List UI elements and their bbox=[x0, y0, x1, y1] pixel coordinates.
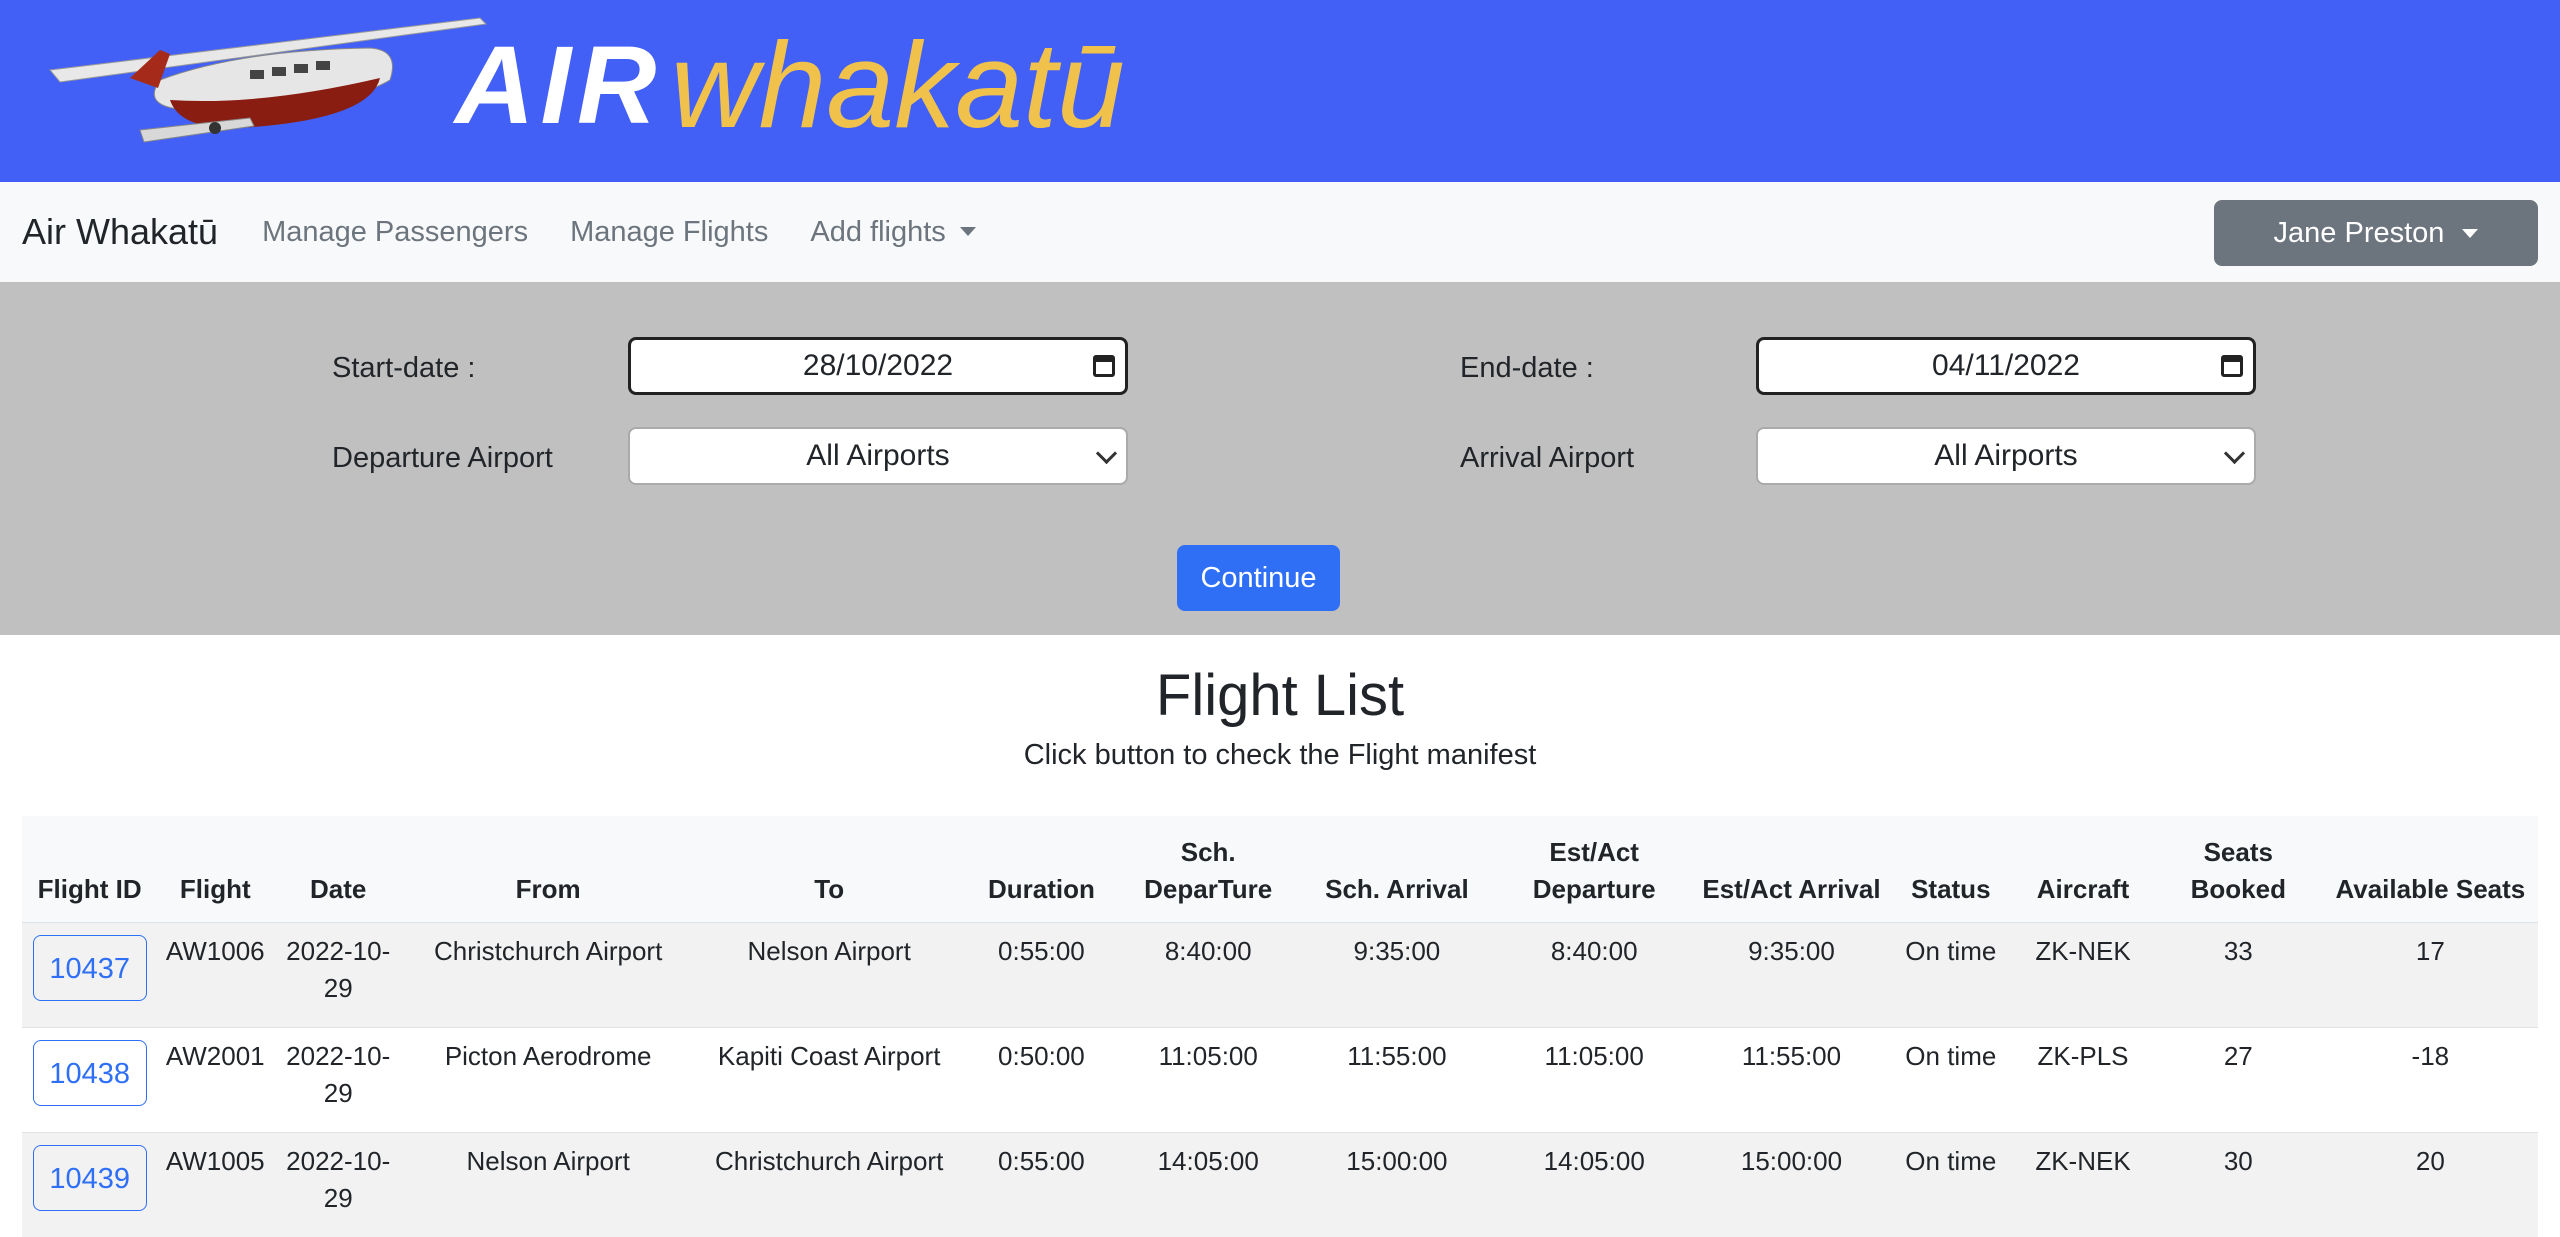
date-cell: 2022-10-29 bbox=[286, 1040, 391, 1108]
duration-cell: 0:55:00 bbox=[998, 1145, 1085, 1176]
nav-manage-passengers[interactable]: Manage Passengers bbox=[262, 216, 528, 249]
flight-cell: AW1005 bbox=[165, 1145, 265, 1176]
calendar-icon[interactable] bbox=[1093, 355, 1115, 377]
duration-cell: 0:50:00 bbox=[998, 1040, 1085, 1071]
table-row: 10437 AW1006 2022-10-29 Christchurch Air… bbox=[22, 922, 2538, 1027]
end-date-input[interactable]: 04/11/2022 bbox=[1756, 337, 2256, 395]
table-row: 10438 AW2001 2022-10-29 Picton Aerodrome… bbox=[22, 1027, 2538, 1132]
flight-filter-panel: Start-date : 28/10/2022 End-date : 04/11… bbox=[0, 282, 2560, 635]
flight-table: Flight ID Flight Date From To Duration S… bbox=[22, 816, 2538, 1237]
departure-airport-label: Departure Airport bbox=[332, 442, 553, 474]
available-seats-cell: -18 bbox=[2411, 1040, 2450, 1071]
aircraft-cell: ZK-NEK bbox=[2035, 935, 2131, 966]
from-cell: Picton Aerodrome bbox=[444, 1040, 652, 1071]
col-header: Sch. DeparTure bbox=[1144, 836, 1273, 904]
col-header: Date bbox=[310, 873, 367, 904]
seats-booked-cell: 33 bbox=[2223, 935, 2253, 966]
brand-logo: AIR whakatū bbox=[455, 10, 1125, 160]
logo-air-text: AIR bbox=[455, 23, 663, 147]
col-header: Duration bbox=[987, 873, 1095, 904]
start-date-input[interactable]: 28/10/2022 bbox=[628, 337, 1128, 395]
col-header: Flight ID bbox=[37, 873, 142, 904]
nav-manage-flights[interactable]: Manage Flights bbox=[570, 216, 768, 249]
end-date-value: 04/11/2022 bbox=[1932, 349, 2080, 382]
arrival-airport-value: All Airports bbox=[1934, 439, 2078, 472]
page-title: Flight List bbox=[1155, 663, 1405, 728]
sch-arrival-cell: 11:55:00 bbox=[1347, 1040, 1447, 1071]
table-header-row: Flight ID Flight Date From To Duration S… bbox=[22, 816, 2538, 922]
continue-button[interactable]: Continue bbox=[1177, 545, 1340, 611]
sch-departure-cell: 11:05:00 bbox=[1158, 1040, 1258, 1071]
status-cell: On time bbox=[1905, 1145, 1997, 1176]
aircraft-cell: ZK-NEK bbox=[2035, 1145, 2131, 1176]
sch-arrival-cell: 15:00:00 bbox=[1346, 1145, 1448, 1176]
est-departure-cell: 11:05:00 bbox=[1544, 1040, 1644, 1071]
top-navbar: Air Whakatū Manage Passengers Manage Fli… bbox=[0, 182, 2560, 282]
col-header: To bbox=[814, 873, 845, 904]
col-header: Est/Act Departure bbox=[1532, 836, 1656, 904]
end-date-label: End-date : bbox=[1460, 352, 1594, 384]
departure-airport-value: All Airports bbox=[806, 439, 950, 472]
airplane-logo-icon bbox=[49, 17, 488, 143]
duration-cell: 0:55:00 bbox=[998, 935, 1085, 966]
navbar-brand[interactable]: Air Whakatū bbox=[22, 211, 218, 253]
logo-whakatu-text: whakatū bbox=[670, 17, 1125, 153]
chevron-down-icon bbox=[2223, 442, 2246, 465]
page-subtitle: Click button to check the Flight manifes… bbox=[1023, 739, 1537, 771]
available-seats-cell: 20 bbox=[2415, 1145, 2445, 1176]
start-date-value: 28/10/2022 bbox=[802, 349, 954, 382]
site-banner: AIR whakatū bbox=[0, 0, 2560, 182]
col-header: Available Seats bbox=[2335, 873, 2526, 904]
status-cell: On time bbox=[1905, 935, 1997, 966]
seats-booked-cell: 30 bbox=[2223, 1145, 2253, 1176]
est-arrival-cell: 9:35:00 bbox=[1748, 935, 1835, 966]
flight-manifest-button[interactable]: 10439 bbox=[32, 1144, 147, 1211]
to-cell: Nelson Airport bbox=[747, 935, 911, 966]
col-header: Status bbox=[1911, 873, 1991, 904]
from-cell: Nelson Airport bbox=[466, 1145, 630, 1176]
sch-arrival-cell: 9:35:00 bbox=[1353, 935, 1441, 966]
col-header: Seats Booked bbox=[2190, 836, 2286, 904]
col-header: Sch. Arrival bbox=[1325, 873, 1469, 904]
arrival-airport-select[interactable]: All Airports bbox=[1756, 427, 2256, 485]
col-header: Est/Act Arrival bbox=[1702, 873, 1881, 904]
est-departure-cell: 14:05:00 bbox=[1543, 1145, 1645, 1176]
arrival-airport-label: Arrival Airport bbox=[1460, 442, 1635, 474]
flight-manifest-button[interactable]: 10438 bbox=[32, 1039, 147, 1106]
table-row: 10439 AW1005 2022-10-29 Nelson Airport C… bbox=[22, 1132, 2538, 1237]
to-cell: Kapiti Coast Airport bbox=[717, 1040, 941, 1071]
start-date-label: Start-date : bbox=[332, 352, 476, 384]
user-name: Jane Preston bbox=[2273, 216, 2445, 249]
status-cell: On time bbox=[1905, 1040, 1997, 1071]
user-menu-button[interactable]: Jane Preston bbox=[2214, 200, 2538, 266]
flight-cell: AW2001 bbox=[165, 1040, 265, 1071]
sch-departure-cell: 8:40:00 bbox=[1164, 935, 1252, 966]
aircraft-cell: ZK-PLS bbox=[2037, 1040, 2129, 1071]
date-cell: 2022-10-29 bbox=[286, 1145, 391, 1213]
date-cell: 2022-10-29 bbox=[286, 935, 391, 1003]
col-header: Aircraft bbox=[2036, 873, 2130, 904]
flight-manifest-button[interactable]: 10437 bbox=[32, 934, 147, 1001]
to-cell: Christchurch Airport bbox=[715, 1145, 944, 1176]
est-departure-cell: 8:40:00 bbox=[1550, 935, 1638, 966]
col-header: Flight bbox=[179, 873, 251, 904]
sch-departure-cell: 14:05:00 bbox=[1157, 1145, 1259, 1176]
nav-add-flights-dropdown[interactable]: Add flights bbox=[810, 216, 975, 249]
seats-booked-cell: 27 bbox=[2223, 1040, 2253, 1071]
est-arrival-cell: 11:55:00 bbox=[1741, 1040, 1842, 1071]
est-arrival-cell: 15:00:00 bbox=[1740, 1145, 1843, 1176]
col-header: From bbox=[515, 873, 581, 904]
available-seats-cell: 17 bbox=[2415, 935, 2445, 966]
from-cell: Christchurch Airport bbox=[434, 935, 663, 966]
flight-cell: AW1006 bbox=[165, 935, 265, 966]
calendar-icon[interactable] bbox=[2221, 355, 2243, 377]
chevron-down-icon bbox=[1095, 442, 1118, 465]
departure-airport-select[interactable]: All Airports bbox=[628, 427, 1128, 485]
